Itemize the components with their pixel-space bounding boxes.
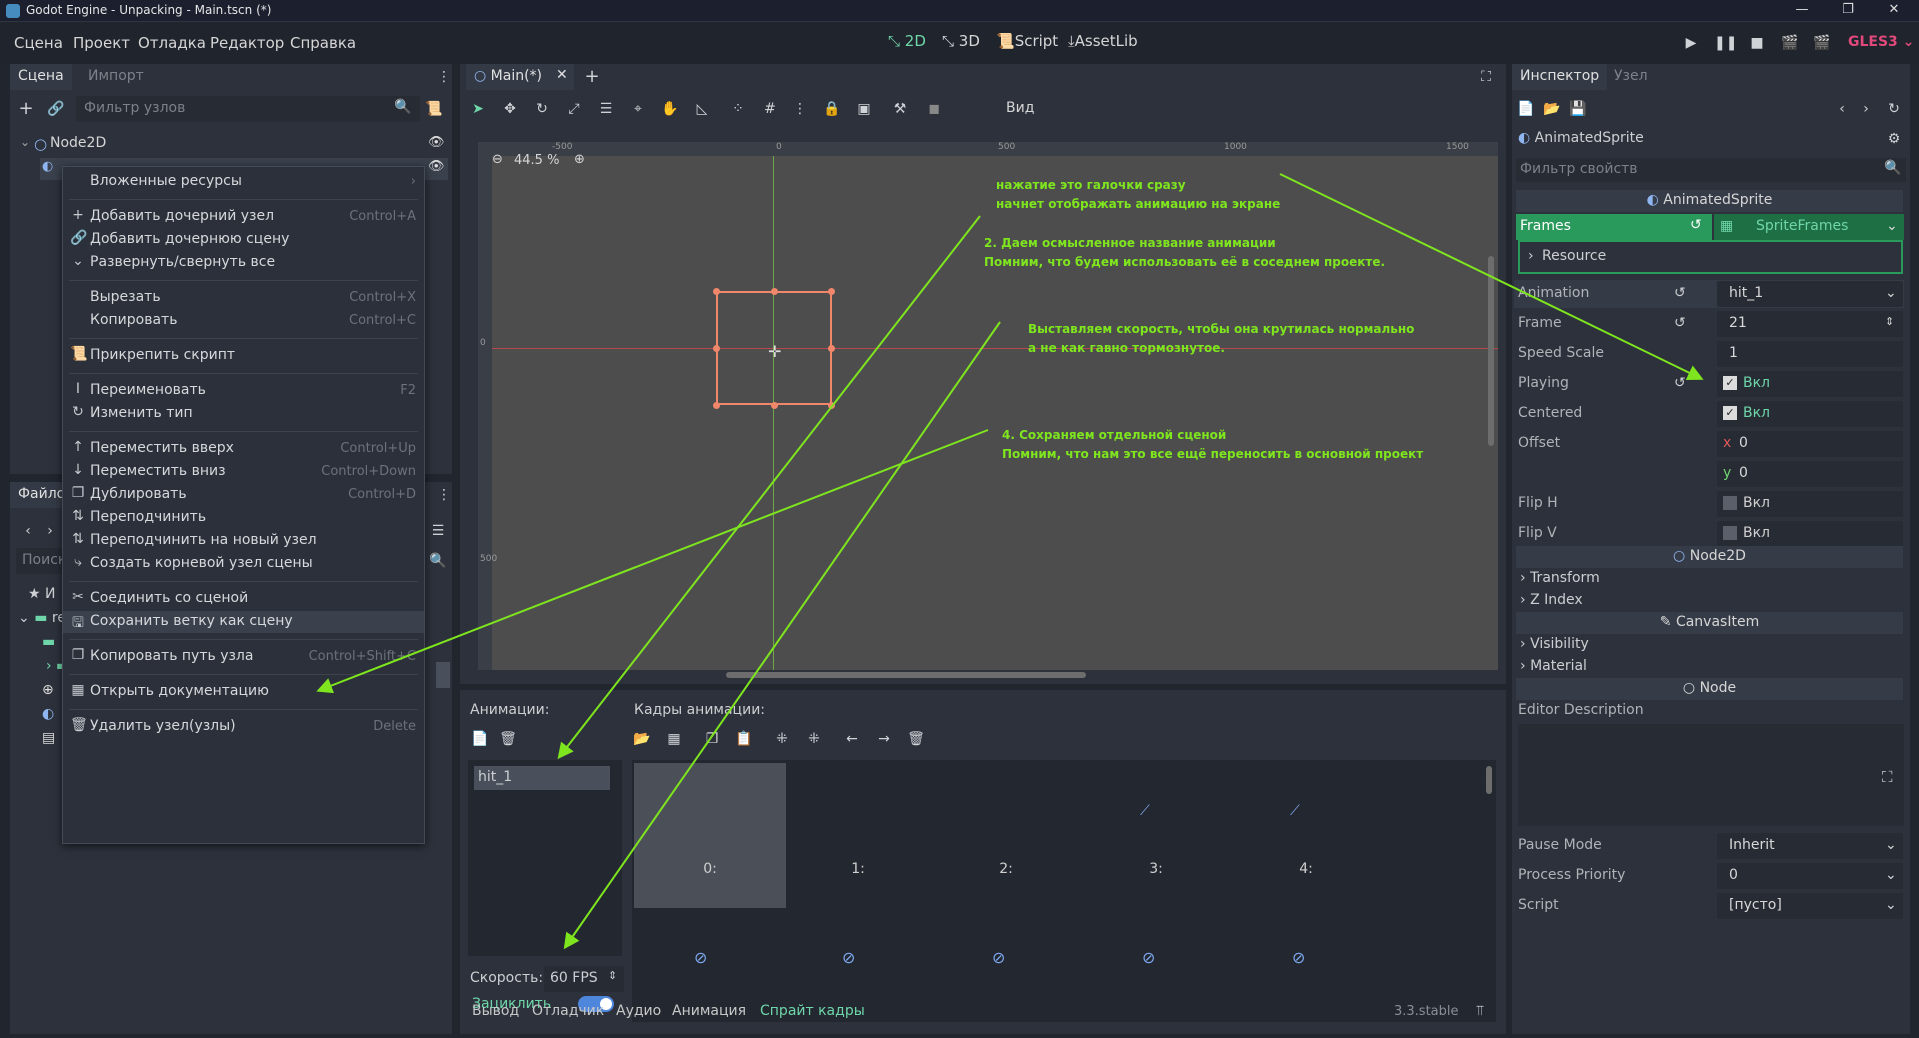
annotation-save: 4. Сохраняем отдельной сценой Помним, что… bbox=[1002, 428, 1424, 461]
annotation-playing: нажатие это галочки сразу начнет отобража… bbox=[996, 178, 1281, 211]
arrow-to-save-branch bbox=[316, 429, 989, 694]
arrow-to-speed bbox=[563, 321, 1001, 950]
annotation-name: 2. Даем осмысленное название анимации Пом… bbox=[984, 236, 1386, 269]
annotation-speed: Выставляем скорость, чтобы она крутилась… bbox=[1028, 322, 1415, 355]
annotation-arrows bbox=[316, 173, 1704, 950]
arrow-to-animation-name bbox=[557, 215, 981, 760]
